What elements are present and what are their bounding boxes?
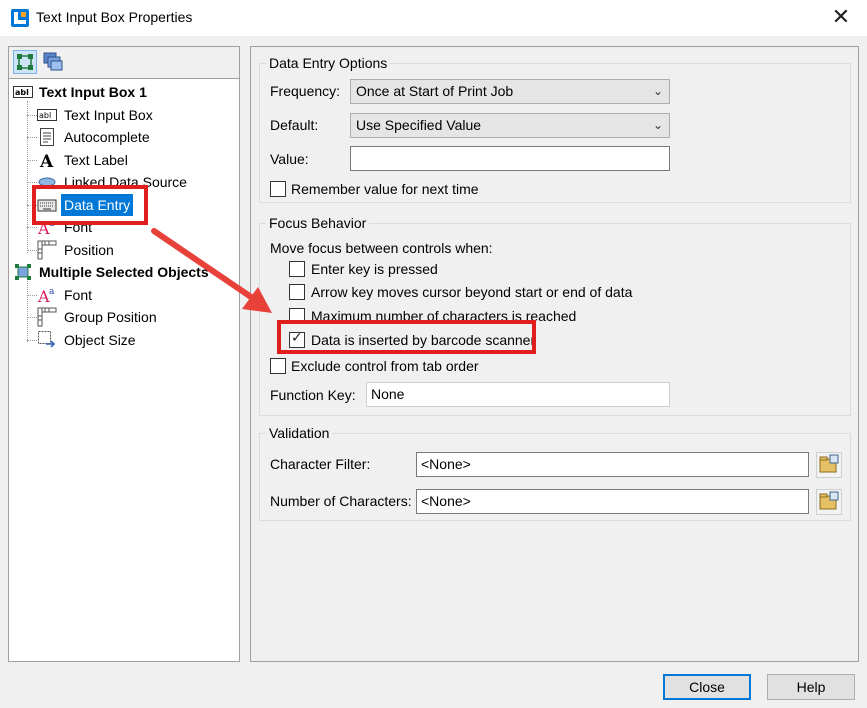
tree-connector — [27, 317, 37, 318]
enter-key-label: Enter key is pressed — [311, 261, 438, 277]
character-filter-browse-button[interactable] — [816, 452, 842, 478]
tree-item-label: Text Input Box — [64, 107, 153, 123]
frequency-dropdown[interactable]: Once at Start of Print Job ⌄ — [350, 79, 670, 104]
component-view-icon[interactable] — [13, 50, 37, 74]
tree-connector — [27, 137, 37, 138]
text-label-icon: A — [39, 152, 54, 170]
annotation-highlight-box — [277, 320, 536, 354]
validation-group: Validation Character Filter: <None> Numb… — [259, 425, 851, 521]
annotation-highlight-box — [32, 185, 148, 225]
tree-connector — [27, 250, 37, 251]
tree-connector — [27, 182, 37, 183]
tree-item-text-input-box[interactable]: abl Text Input Box — [37, 104, 237, 126]
tree-connector — [27, 295, 37, 296]
layers-icon[interactable] — [41, 50, 65, 74]
tree-connector — [27, 101, 28, 253]
character-filter-label: Character Filter: — [270, 456, 371, 472]
position-icon — [37, 240, 57, 260]
arrow-key-checkbox[interactable] — [289, 284, 305, 300]
tree-item-text-label[interactable]: A Text Label — [37, 149, 237, 171]
number-of-characters-label: Number of Characters: — [270, 493, 412, 509]
help-button[interactable]: Help — [767, 674, 855, 700]
tree-item-label: Autocomplete — [64, 129, 150, 145]
tree-item-label: Object Size — [64, 332, 136, 348]
tree-item-autocomplete[interactable]: Autocomplete — [37, 126, 237, 148]
data-entry-options-group: Data Entry Options Frequency: Once at St… — [259, 55, 851, 203]
tree-connector — [27, 281, 28, 342]
position-icon — [37, 307, 57, 327]
tree-toolbar — [8, 46, 240, 78]
properties-panel: Data Entry Options Frequency: Once at St… — [250, 46, 859, 662]
function-key-input[interactable]: None — [366, 382, 670, 407]
tree-item-label: Text Label — [64, 152, 128, 168]
move-focus-label: Move focus between controls when: — [270, 240, 493, 256]
text-input-box-icon: abl — [13, 86, 33, 98]
tree-item-label: Font — [64, 287, 93, 303]
frequency-label: Frequency: — [270, 83, 341, 99]
svg-text:A: A — [39, 152, 54, 170]
object-size-icon — [38, 331, 56, 348]
window-title: Text Input Box Properties — [36, 9, 193, 25]
exclude-tab-order-label: Exclude control from tab order — [291, 358, 479, 374]
title-bar: Text Input Box Properties ✕ — [0, 0, 867, 36]
tree-item-object-size[interactable]: Object Size — [37, 329, 237, 351]
svg-text:abl: abl — [15, 88, 29, 97]
number-of-characters-browse-button[interactable] — [816, 489, 842, 515]
tree-item-label: Text Input Box 1 — [39, 84, 147, 100]
default-label: Default: — [270, 117, 319, 133]
tree-connector — [27, 160, 37, 161]
arrow-key-label: Arrow key moves cursor beyond start or e… — [311, 284, 633, 300]
tree-item-label: Position — [64, 242, 114, 258]
character-filter-input[interactable]: <None> — [416, 452, 809, 477]
default-dropdown[interactable]: Use Specified Value ⌄ — [350, 113, 670, 138]
font-icon: A a — [37, 287, 55, 305]
tree-item-text-input-box-1[interactable]: abl Text Input Box 1 — [13, 81, 239, 103]
default-value: Use Specified Value — [356, 117, 482, 133]
chevron-down-icon: ⌄ — [652, 118, 663, 132]
remember-value-label: Remember value for next time — [291, 181, 479, 197]
folder-settings-icon — [819, 454, 839, 473]
function-key-label: Function Key: — [270, 387, 356, 403]
text-input-box-icon: abl — [37, 109, 57, 121]
enter-key-checkbox[interactable] — [289, 261, 305, 277]
svg-text:a: a — [49, 287, 55, 297]
group-title: Validation — [266, 425, 333, 441]
close-window-button[interactable]: ✕ — [826, 4, 856, 32]
app-logo-icon — [11, 9, 29, 27]
tree-item-label: Group Position — [64, 309, 157, 325]
properties-tree: abl Text Input Box 1 abl Text Input Box … — [8, 78, 240, 662]
tree-connector — [27, 115, 37, 116]
annotation-arrow-icon — [151, 228, 272, 313]
remember-value-checkbox[interactable] — [270, 181, 286, 197]
close-button[interactable]: Close — [663, 674, 751, 700]
tree-connector — [27, 340, 37, 341]
svg-text:abl: abl — [39, 111, 51, 120]
group-title: Data Entry Options — [266, 55, 391, 71]
chevron-down-icon: ⌄ — [652, 84, 663, 98]
number-of-characters-input[interactable]: <None> — [416, 489, 809, 514]
tree-connector — [27, 227, 37, 228]
value-label: Value: — [270, 151, 309, 167]
exclude-tab-order-checkbox[interactable] — [270, 358, 286, 374]
frequency-value: Once at Start of Print Job — [356, 83, 514, 99]
autocomplete-icon — [40, 128, 54, 146]
folder-settings-icon — [819, 491, 839, 510]
value-input[interactable] — [350, 146, 670, 171]
multiple-objects-icon — [15, 264, 31, 280]
